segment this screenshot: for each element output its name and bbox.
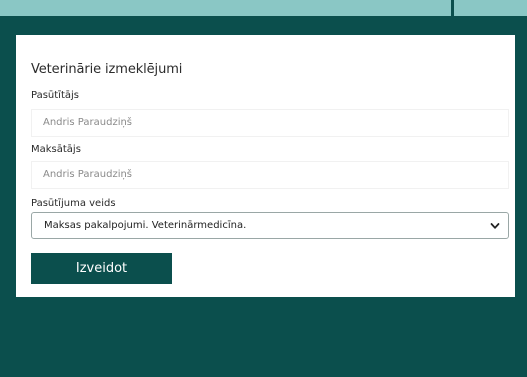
orderer-field[interactable]: Andris Paraudziņš (31, 109, 509, 137)
form-card: Veterinārie izmeklējumi Pasūtītājs Andri… (16, 35, 515, 297)
orderer-label: Pasūtītājs (31, 90, 79, 101)
order-type-label: Pasūtījuma veids (31, 198, 116, 209)
payer-value: Andris Paraudziņš (43, 169, 133, 180)
top-strip-divider (451, 0, 454, 16)
orderer-value: Andris Paraudziņš (43, 117, 133, 128)
payer-label: Maksātājs (31, 144, 81, 155)
form-title: Veterinārie izmeklējumi (31, 62, 183, 77)
create-button[interactable]: Izveidot (31, 253, 172, 284)
chevron-down-icon (490, 223, 500, 229)
top-strip (0, 0, 527, 18)
payer-field[interactable]: Andris Paraudziņš (31, 161, 509, 189)
order-type-value: Maksas pakalpojumi. Veterinārmedicīna. (44, 220, 247, 231)
order-type-select[interactable]: Maksas pakalpojumi. Veterinārmedicīna. (31, 212, 509, 239)
